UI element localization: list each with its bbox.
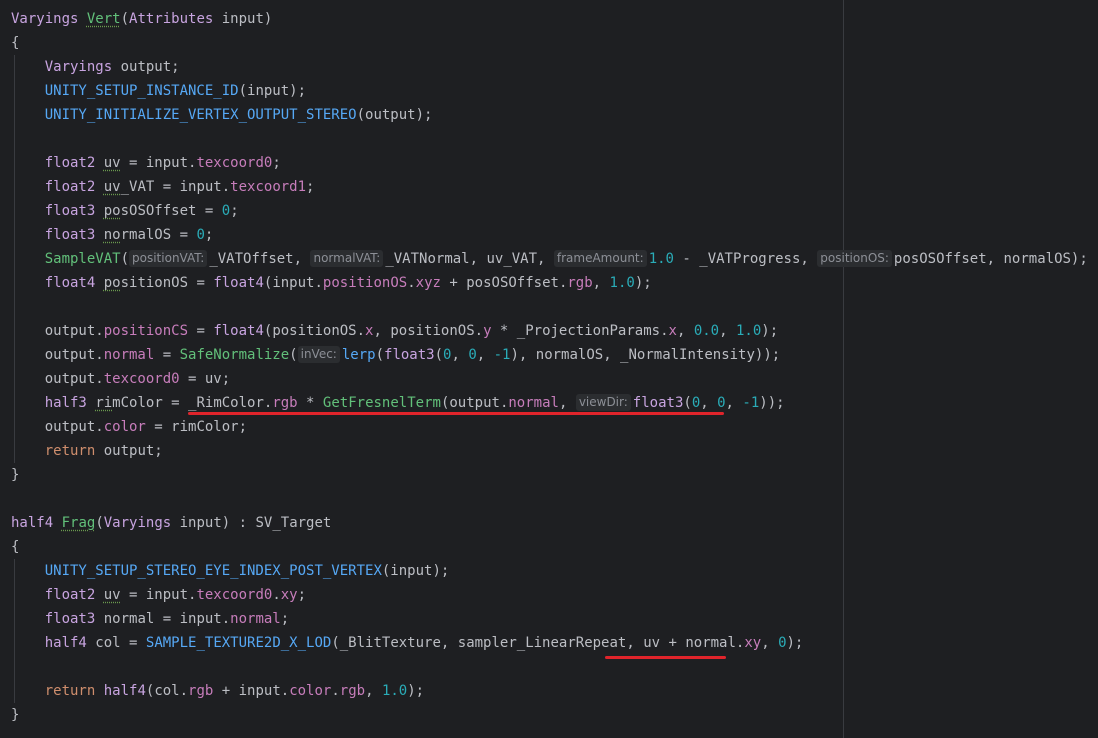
red-annotation-underline	[188, 412, 724, 415]
vert-function-name[interactable]: Vert	[87, 11, 121, 27]
code-line[interactable]: float3 normal = input.normal;	[11, 607, 1098, 631]
code-line[interactable]	[11, 487, 1098, 511]
code-line[interactable]: output.normal = SafeNormalize(inVec: lerp…	[11, 343, 1098, 367]
code-line[interactable]: return half4(col.rgb + input.color.rgb, …	[11, 679, 1098, 703]
code-line[interactable]: }	[11, 463, 1098, 487]
param-hint: inVec:	[297, 346, 340, 363]
red-annotation-underline	[605, 656, 726, 659]
code-line[interactable]: Varyings Vert(Attributes input)	[11, 7, 1098, 31]
code-line[interactable]: float2 uv = input.texcoord0;	[11, 151, 1098, 175]
code-line[interactable]: {	[11, 535, 1098, 559]
code-line[interactable]: half4 Frag(Varyings input) : SV_Target	[11, 511, 1098, 535]
code-line[interactable]: UNITY_SETUP_INSTANCE_ID(input);	[11, 79, 1098, 103]
param-hint: viewDir:	[575, 394, 631, 411]
param-hint: positionVAT:	[129, 250, 208, 267]
code-line[interactable]: float3 normalOS = 0;	[11, 223, 1098, 247]
code-line[interactable]: float2 uv_VAT = input.texcoord1;	[11, 175, 1098, 199]
code-line[interactable]: UNITY_INITIALIZE_VERTEX_OUTPUT_STEREO(ou…	[11, 103, 1098, 127]
code-line[interactable]: output.color = rimColor;	[11, 415, 1098, 439]
code-line[interactable]	[11, 655, 1098, 679]
code-lines: Varyings Vert(Attributes input) { Varyin…	[11, 7, 1098, 727]
frag-function-name[interactable]: Frag	[62, 515, 96, 531]
code-line[interactable]: float3 posOSOffset = 0;	[11, 199, 1098, 223]
code-line[interactable]: half4 col = SAMPLE_TEXTURE2D_X_LOD(_Blit…	[11, 631, 1098, 655]
code-line[interactable]: UNITY_SETUP_STEREO_EYE_INDEX_POST_VERTEX…	[11, 559, 1098, 583]
code-line[interactable]	[11, 127, 1098, 151]
param-hint: positionOS:	[817, 250, 892, 267]
code-line[interactable]: return output;	[11, 439, 1098, 463]
code-line[interactable]: output.texcoord0 = uv;	[11, 367, 1098, 391]
code-line[interactable]: float2 uv = input.texcoord0.xy;	[11, 583, 1098, 607]
code-line[interactable]: output.positionCS = float4(positionOS.x,…	[11, 319, 1098, 343]
code-line[interactable]	[11, 295, 1098, 319]
code-line[interactable]: }	[11, 703, 1098, 727]
param-hint: frameAmount:	[553, 250, 647, 267]
code-editor[interactable]: Varyings Vert(Attributes input) { Varyin…	[0, 0, 1098, 738]
param-hint: normalVAT:	[310, 250, 384, 267]
code-line[interactable]: Varyings output;	[11, 55, 1098, 79]
code-line[interactable]: float4 positionOS = float4(input.positio…	[11, 271, 1098, 295]
code-line[interactable]: SampleVAT(positionVAT: _VATOffset, normal…	[11, 247, 1098, 271]
code-line[interactable]: {	[11, 31, 1098, 55]
